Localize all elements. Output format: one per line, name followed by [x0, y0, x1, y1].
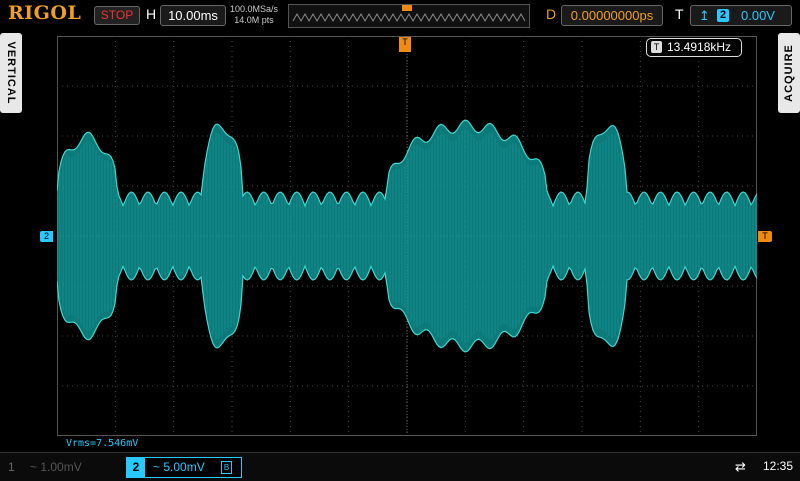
- vertical-menu-tab[interactable]: VERTICAL: [0, 33, 22, 113]
- vertical-menu-label: VERTICAL: [5, 41, 17, 105]
- ch1-scale: ~ 1.00mV: [30, 460, 82, 474]
- clock: 12:35: [763, 459, 794, 473]
- ch2-scale: ~ 5.00mV: [153, 460, 205, 474]
- ch2-number: 2: [127, 458, 145, 477]
- acquire-menu-label: ACQUIRE: [783, 44, 795, 102]
- brand-logo: RIGOL: [8, 2, 82, 24]
- usb-icon: ⇄: [735, 459, 746, 474]
- delay-value[interactable]: 0.00000000ps: [561, 5, 663, 26]
- frequency-tag: T: [651, 41, 662, 53]
- bandwidth-limit-icon: B: [221, 461, 232, 474]
- frequency-readout: T 13.4918kHz: [646, 38, 742, 57]
- ch1-number: 1: [8, 460, 15, 474]
- timebase-value[interactable]: 10.00ms: [160, 5, 226, 26]
- acquire-menu-tab[interactable]: ACQUIRE: [778, 33, 800, 113]
- channel-status-bar: 1 ~ 1.00mV 2 ~ 5.00mV B ⇄ 12:35: [0, 452, 800, 481]
- delay-label: D: [546, 6, 557, 22]
- trigger-label: T: [675, 6, 684, 22]
- waveform-grid: [57, 36, 757, 436]
- ch2-status[interactable]: 2 ~ 5.00mV B: [126, 457, 242, 478]
- top-status-bar: RIGOL STOP H 10.00ms 100.0MSa/s 14.0M pt…: [0, 0, 800, 30]
- frequency-value: 13.4918kHz: [667, 40, 732, 54]
- memory-overview-waveform: [292, 5, 526, 23]
- trigger-level-marker[interactable]: T: [758, 231, 772, 242]
- memory-depth: 14.0M pts: [234, 15, 274, 25]
- memory-overview-bar[interactable]: [288, 4, 530, 28]
- ch1-status[interactable]: 1 ~ 1.00mV: [8, 458, 118, 476]
- rising-edge-icon: ↥: [699, 8, 710, 23]
- acquisition-info: 100.0MSa/s 14.0M pts: [230, 4, 278, 26]
- horizontal-label: H: [146, 6, 157, 22]
- trigger-settings[interactable]: ↥ 2 0.00V: [690, 5, 792, 26]
- run-stop-button[interactable]: STOP: [94, 6, 140, 25]
- ch2-offset-marker[interactable]: 2: [40, 231, 53, 242]
- trigger-level-value: 0.00V: [741, 8, 775, 23]
- trigger-source-badge: 2: [717, 9, 729, 22]
- waveform-display[interactable]: [57, 36, 757, 436]
- trigger-position-marker[interactable]: T: [399, 37, 411, 52]
- vrms-measurement: Vrms=7.546mV: [66, 438, 139, 449]
- sample-rate: 100.0MSa/s: [230, 4, 279, 14]
